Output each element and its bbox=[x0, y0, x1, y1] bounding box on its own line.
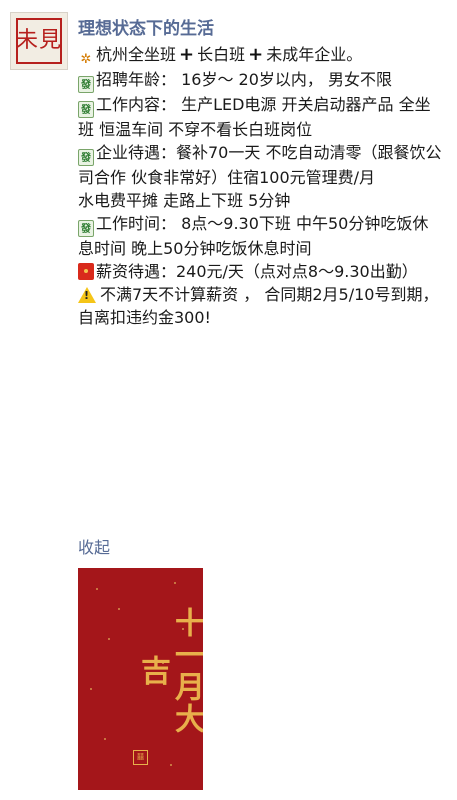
poster-seal-icon: 囍 bbox=[133, 750, 148, 765]
collapse-link[interactable]: 收起 bbox=[78, 534, 110, 558]
poster-image[interactable]: 十一月大吉 囍 bbox=[78, 568, 203, 790]
post-line-notice: 不满7天不计算薪资 ， 合同期2月5/10号到期，自离扣违约金300! bbox=[78, 283, 443, 329]
post-body: ✲ 杭州全坐班 + 长白班 + 未成年企业。 發招聘年龄： 16岁～ 20岁以内， 男女不… bbox=[78, 43, 443, 329]
benefits-text: 企业待遇：餐补70一天 不吃自动清零（跟餐饮公司合作 伙食非常好）住宿100元管… bbox=[78, 143, 442, 187]
poster-speck bbox=[174, 582, 176, 584]
intro-part-2: 长白班 bbox=[197, 45, 246, 64]
post-line-intro: ✲ 杭州全坐班 + 长白班 + 未成年企业。 bbox=[78, 43, 443, 68]
poster-speck bbox=[170, 764, 172, 766]
mahjong-tile-icon: 發 bbox=[78, 220, 94, 237]
heavy-plus-icon: + bbox=[248, 44, 264, 65]
mahjong-tile-icon: 發 bbox=[78, 76, 94, 93]
poster-title: 十一月大吉 bbox=[135, 607, 203, 735]
hours-text: 工作时间： 8点～9.30下班 中午50分钟吃饭休息时间 晚上50分钟吃饭休息时… bbox=[78, 214, 429, 258]
party-popper-icon: ✲ bbox=[80, 52, 92, 67]
notice-text: 不满7天不计算薪资 ， 合同期2月5/10号到期，自离扣违约金300! bbox=[78, 285, 439, 327]
avatar-logo-text: 未見 bbox=[15, 28, 62, 53]
post-line-benefits: 發企业待遇：餐补70一天 不吃自动清零（跟餐饮公司合作 伙食非常好）住宿100元… bbox=[78, 141, 443, 189]
warning-icon bbox=[78, 287, 96, 303]
red-envelope-icon bbox=[78, 263, 94, 280]
age-text: 招聘年龄： 16岁～ 20岁以内， 男女不限 bbox=[96, 70, 392, 89]
mahjong-tile-icon: 發 bbox=[78, 149, 94, 166]
post-line-work: 發工作内容： 生产LED电源 开关启动器产品 全坐班 恒温车间 不穿不看长白班岗… bbox=[78, 93, 443, 141]
post-line-hours: 發工作时间： 8点～9.30下班 中午50分钟吃饭休息时间 晚上50分钟吃饭休息… bbox=[78, 212, 443, 260]
work-text: 工作内容： 生产LED电源 开关启动器产品 全坐班 恒温车间 不穿不看长白班岗位 bbox=[78, 95, 431, 139]
heavy-plus-icon: + bbox=[179, 44, 195, 65]
avatar[interactable]: 未見 bbox=[10, 12, 68, 70]
mahjong-tile-icon: 發 bbox=[78, 101, 94, 118]
post-line-age: 發招聘年龄： 16岁～ 20岁以内， 男女不限 bbox=[78, 68, 443, 93]
post-line-salary: 薪资待遇：240元/天（点对点8～9.30出勤） bbox=[78, 260, 443, 283]
poster-speck bbox=[96, 588, 98, 590]
post-line-utilities: 水电费平摊 走路上下班 5分钟 bbox=[78, 191, 291, 210]
intro-part-3: 未成年企业。 bbox=[266, 45, 363, 64]
salary-text: 薪资待遇：240元/天（点对点8～9.30出勤） bbox=[96, 262, 418, 281]
intro-part-1: 杭州全坐班 bbox=[96, 45, 177, 64]
user-name-link[interactable]: 理想状态下的生活 bbox=[78, 14, 214, 39]
